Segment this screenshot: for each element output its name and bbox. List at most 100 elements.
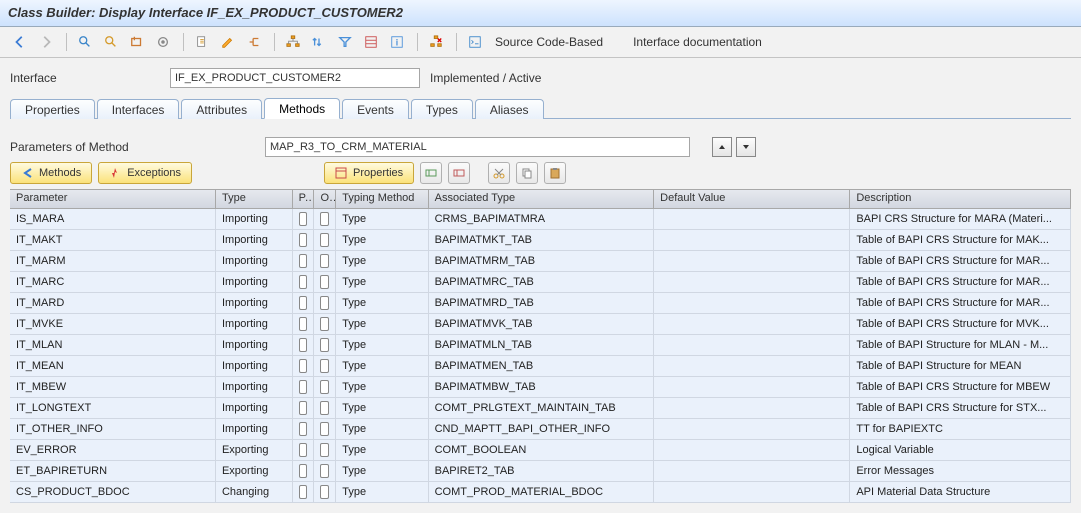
default-cell[interactable] [654,482,850,502]
table-row[interactable]: EV_ERRORExportingTypeCOMT_BOOLEANLogical… [10,440,1071,461]
param-cell[interactable]: EV_ERROR [10,440,216,460]
typing-method-cell[interactable]: Type [336,398,428,418]
typing-method-cell[interactable]: Type [336,209,428,229]
column-header[interactable]: Type [216,190,293,208]
param-cell[interactable]: CS_PRODUCT_BDOC [10,482,216,502]
insert-row-icon[interactable] [420,162,442,184]
table-row[interactable]: IT_MARMImportingTypeBAPIMATMRM_TABTable … [10,251,1071,272]
column-header[interactable]: O... [314,190,336,208]
param-cell[interactable]: IT_MARD [10,293,216,313]
desc-cell[interactable]: Table of BAPI CRS Structure for MAK... [850,230,1071,250]
typing-method-cell[interactable]: Type [336,356,428,376]
desc-cell[interactable]: API Material Data Structure [850,482,1071,502]
type-cell[interactable]: Importing [216,335,293,355]
param-cell[interactable]: IT_MVKE [10,314,216,334]
pass-by-value-checkbox[interactable] [293,251,315,271]
pass-by-value-checkbox[interactable] [293,398,315,418]
method-name-input[interactable]: MAP_R3_TO_CRM_MATERIAL [265,137,690,157]
pass-by-value-checkbox[interactable] [293,293,315,313]
change-icon[interactable] [99,30,123,54]
typing-method-cell[interactable]: Type [336,335,428,355]
type-cell[interactable]: Importing [216,230,293,250]
optional-checkbox[interactable] [314,293,336,313]
table-row[interactable]: CS_PRODUCT_BDOCChangingTypeCOMT_PROD_MAT… [10,482,1071,503]
info-icon[interactable]: i [385,30,409,54]
other-object-icon[interactable] [125,30,149,54]
interface-docu-button[interactable]: Interface documentation [627,35,768,49]
param-cell[interactable]: IT_MEAN [10,356,216,376]
type-cell[interactable]: Importing [216,398,293,418]
forward-icon[interactable] [34,30,58,54]
param-cell[interactable]: IT_MARC [10,272,216,292]
optional-checkbox[interactable] [314,272,336,292]
default-cell[interactable] [654,209,850,229]
type-cell[interactable]: Exporting [216,461,293,481]
default-cell[interactable] [654,251,850,271]
typing-method-cell[interactable]: Type [336,419,428,439]
param-cell[interactable]: IT_MLAN [10,335,216,355]
optional-checkbox[interactable] [314,461,336,481]
assoc-type-cell[interactable]: BAPIMATMLN_TAB [429,335,655,355]
default-cell[interactable] [654,398,850,418]
typing-method-cell[interactable]: Type [336,377,428,397]
type-cell[interactable]: Changing [216,482,293,502]
tab-events[interactable]: Events [342,99,409,119]
desc-cell[interactable]: Table of BAPI Structure for MEAN [850,356,1071,376]
delete-icon[interactable] [424,30,448,54]
tab-types[interactable]: Types [411,99,473,119]
optional-checkbox[interactable] [314,314,336,334]
pass-by-value-checkbox[interactable] [293,335,315,355]
table-row[interactable]: IS_MARAImporting TypeCRMS_BAPIMATMRA BAPI … [10,209,1071,230]
table-row[interactable]: IT_OTHER_INFOImportingTypeCND_MAPTT_BAPI… [10,419,1071,440]
tab-interfaces[interactable]: Interfaces [97,99,180,119]
pass-by-value-checkbox[interactable] [293,377,315,397]
param-cell[interactable]: IS_MARA [10,209,216,229]
type-cell[interactable]: Importing [216,272,293,292]
table-row[interactable]: IT_MVKEImportingTypeBAPIMATMVK_TABTable … [10,314,1071,335]
list-icon[interactable] [359,30,383,54]
type-cell[interactable]: Importing [216,293,293,313]
table-row[interactable]: IT_LONGTEXTImportingTypeCOMT_PRLGTEXT_MA… [10,398,1071,419]
type-cell[interactable]: Importing [216,377,293,397]
default-cell[interactable] [654,461,850,481]
param-cell[interactable]: IT_MBEW [10,377,216,397]
table-row[interactable]: IT_MLANImporting TypeBAPIMATMLN_TAB Table … [10,335,1071,356]
type-cell[interactable]: Importing [216,209,293,229]
column-header[interactable]: Parameter [10,190,216,208]
tree-icon[interactable] [281,30,305,54]
pass-by-value-checkbox[interactable] [293,419,315,439]
desc-cell[interactable]: Table of BAPI CRS Structure for MAR... [850,293,1071,313]
desc-cell[interactable]: Table of BAPI CRS Structure for STX... [850,398,1071,418]
type-cell[interactable]: Importing [216,314,293,334]
assoc-type-cell[interactable]: BAPIMATMBW_TAB [429,377,655,397]
assoc-type-cell[interactable]: CRMS_BAPIMATMRA [429,209,655,229]
copy-icon[interactable] [516,162,538,184]
pass-by-value-checkbox[interactable] [293,209,315,229]
default-cell[interactable] [654,314,850,334]
optional-checkbox[interactable] [314,209,336,229]
table-row[interactable]: ET_BAPIRETURNExportingTypeBAPIRET2_TABEr… [10,461,1071,482]
filter-icon[interactable] [333,30,357,54]
activate-icon[interactable] [151,30,175,54]
desc-cell[interactable]: BAPI CRS Structure for MARA (Materi... [850,209,1071,229]
desc-cell[interactable]: Table of BAPI Structure for MLAN - M... [850,335,1071,355]
paste-icon[interactable] [544,162,566,184]
interface-input[interactable]: IF_EX_PRODUCT_CUSTOMER2 [170,68,420,88]
properties-button[interactable]: Properties [324,162,414,184]
source-code-icon[interactable] [463,30,487,54]
assoc-type-cell[interactable]: COMT_PRLGTEXT_MAINTAIN_TAB [429,398,655,418]
type-cell[interactable]: Exporting [216,440,293,460]
optional-checkbox[interactable] [314,419,336,439]
optional-checkbox[interactable] [314,377,336,397]
default-cell[interactable] [654,356,850,376]
default-cell[interactable] [654,230,850,250]
optional-checkbox[interactable] [314,398,336,418]
tab-aliases[interactable]: Aliases [475,99,544,119]
optional-checkbox[interactable] [314,440,336,460]
assoc-type-cell[interactable]: BAPIMATMRC_TAB [429,272,655,292]
param-cell[interactable]: IT_MAKT [10,230,216,250]
typing-method-cell[interactable]: Type [336,293,428,313]
param-cell[interactable]: IT_OTHER_INFO [10,419,216,439]
prev-method-button[interactable] [712,137,732,157]
assoc-type-cell[interactable]: BAPIMATMEN_TAB [429,356,655,376]
